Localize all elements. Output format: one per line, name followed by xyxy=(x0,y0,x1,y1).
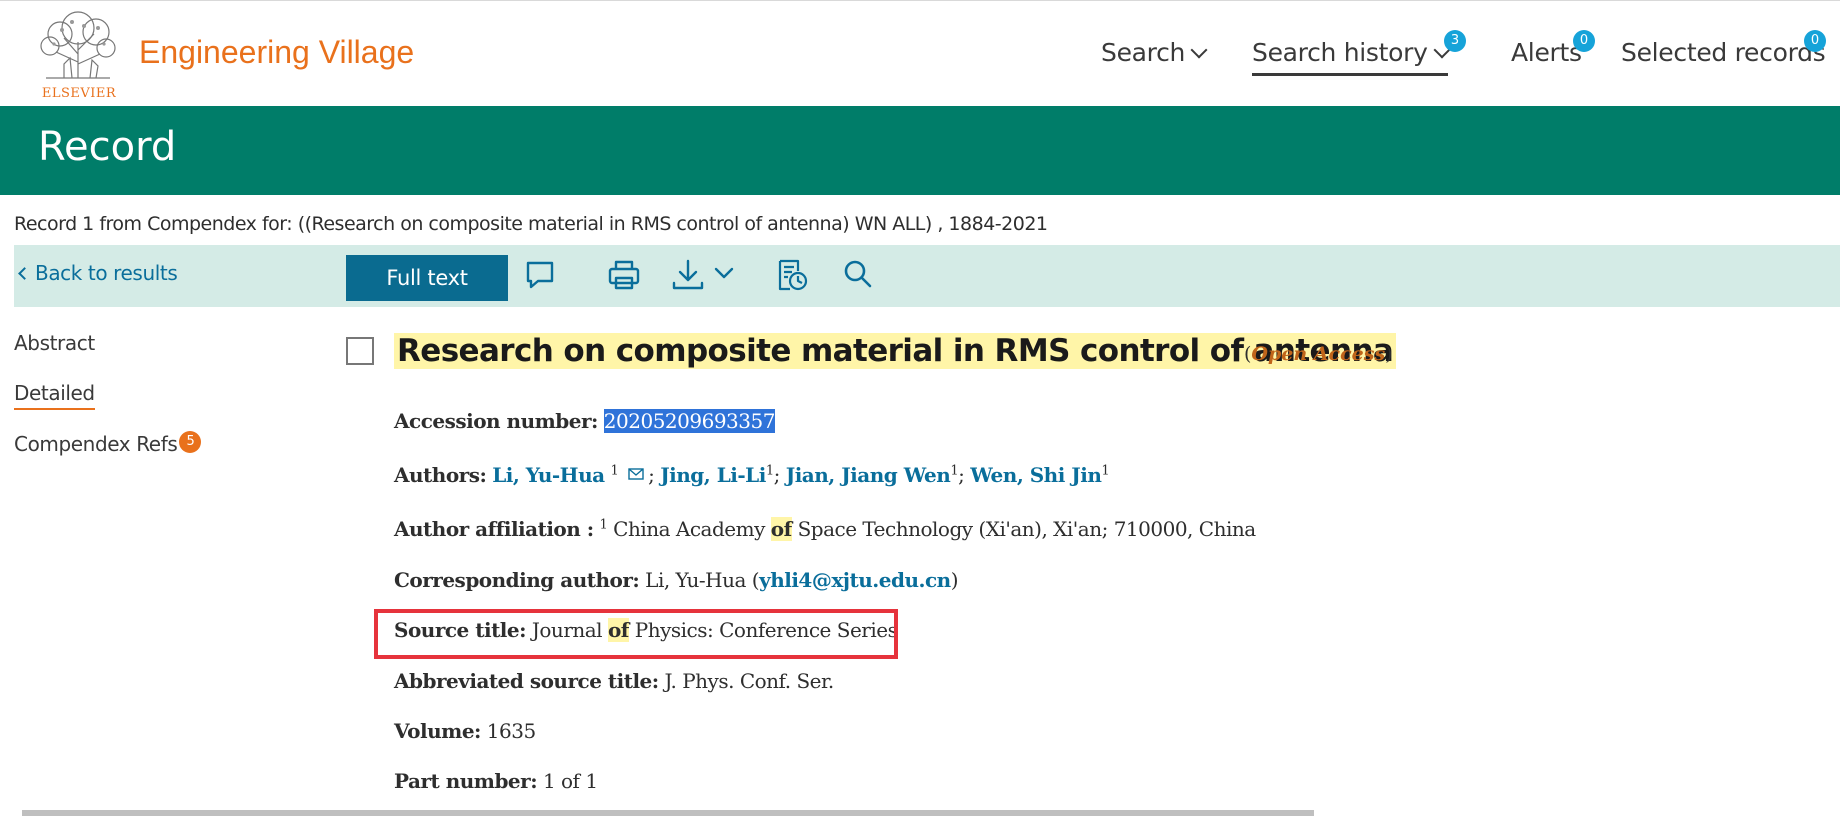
refs-count-badge: 5 xyxy=(179,431,202,453)
sidebar-item-compendex-refs[interactable]: Compendex Refs 5 xyxy=(14,431,202,459)
corresponding-author-name: Li, Yu-Hua xyxy=(645,568,746,592)
elsevier-tree-logo-icon[interactable] xyxy=(34,8,122,82)
save-to-folder-icon[interactable] xyxy=(774,257,810,293)
chevron-down-icon xyxy=(1190,41,1208,59)
back-to-results-label: Back to results xyxy=(35,261,178,285)
nav-alerts[interactable]: Alerts xyxy=(1511,38,1582,67)
nav-search-history-label: Search history xyxy=(1252,38,1428,67)
comment-icon[interactable] xyxy=(522,257,558,293)
print-icon[interactable] xyxy=(606,257,642,293)
authors-field: Authors: Li, Yu-Hua 1 ; Jing, Li-Li1; Ji… xyxy=(394,463,1110,487)
chevron-left-icon xyxy=(18,267,31,280)
accession-number-field: Accession number: 20205209693357 xyxy=(394,409,775,433)
selected-records-count-badge: 0 xyxy=(1804,30,1826,52)
search-term-highlight: of xyxy=(770,517,792,541)
nav-search[interactable]: Search xyxy=(1101,38,1208,67)
accession-number-label: Accession number: xyxy=(394,409,598,433)
sidebar-item-abstract[interactable]: Abstract xyxy=(14,331,95,355)
affiliation-text-start: China Academy xyxy=(613,517,765,541)
page-title: Record xyxy=(38,124,177,170)
volume-value: 1635 xyxy=(486,719,536,743)
nav-search-history[interactable]: Search history xyxy=(1252,38,1451,76)
nav-selected-records[interactable]: Selected records xyxy=(1621,38,1826,67)
open-access-label: (Open Access) xyxy=(1244,343,1393,365)
nav-search-label: Search xyxy=(1101,38,1186,67)
annotation-highlight-box xyxy=(374,609,898,659)
sidebar-item-compendex-refs-label: Compendex Refs xyxy=(14,432,178,456)
author-affiliation-number: 1 xyxy=(950,463,959,479)
author-link[interactable]: Wen, Shi Jin xyxy=(970,463,1102,487)
abbreviated-source-title-label: Abbreviated source title: xyxy=(394,669,659,693)
corresponding-author-field: Corresponding author: Li, Yu-Hua (yhli4@… xyxy=(394,568,959,592)
author-affiliation-number: 1 xyxy=(765,463,774,479)
brand-title[interactable]: Engineering Village xyxy=(139,34,414,71)
author-link[interactable]: Jing, Li-Li xyxy=(660,463,766,487)
authors-label: Authors: xyxy=(394,463,487,487)
author-affiliation-label: Author affiliation : xyxy=(394,517,594,541)
part-number-label: Part number: xyxy=(394,769,538,793)
page-banner: Record xyxy=(0,106,1840,195)
sidebar-item-detailed[interactable]: Detailed xyxy=(14,381,95,410)
header: ELSEVIER Engineering Village Search Sear… xyxy=(0,6,1840,106)
corresponding-author-email-link[interactable]: yhli4@xjtu.edu.cn xyxy=(759,568,951,592)
affiliation-text-end: Space Technology (Xi'an), Xi'an; 710000,… xyxy=(797,517,1257,541)
download-icon[interactable] xyxy=(670,257,750,293)
search-history-count-badge: 3 xyxy=(1444,30,1466,52)
author-link[interactable]: Li, Yu-Hua xyxy=(492,463,605,487)
record-query-info: Record 1 from Compendex for: ((Research … xyxy=(14,213,1048,235)
alerts-count-badge: 0 xyxy=(1573,30,1595,52)
part-number-field: Part number: 1 of 1 xyxy=(394,769,598,793)
volume-field: Volume: 1635 xyxy=(394,719,536,743)
author-affiliation-number: 1 xyxy=(1101,463,1110,479)
accession-number-value[interactable]: 20205209693357 xyxy=(603,409,775,433)
record-toolbar: Back to results Full text xyxy=(14,245,1840,307)
select-record-checkbox[interactable] xyxy=(346,337,374,365)
author-affiliation-number: 1 xyxy=(610,463,619,479)
part-number-value: 1 of 1 xyxy=(542,769,598,793)
author-affiliation-field: Author affiliation : 1 China Academy of … xyxy=(394,517,1256,541)
email-icon[interactable] xyxy=(628,468,644,480)
horizontal-scrollbar[interactable] xyxy=(22,810,1314,816)
corresponding-author-label: Corresponding author: xyxy=(394,568,640,592)
back-to-results-link[interactable]: Back to results xyxy=(18,261,178,285)
volume-label: Volume: xyxy=(394,719,481,743)
author-link[interactable]: Jian, Jiang Wen xyxy=(786,463,951,487)
full-text-button[interactable]: Full text xyxy=(346,255,508,301)
affiliation-number: 1 xyxy=(599,517,608,533)
abbreviated-source-title-value: J. Phys. Conf. Ser. xyxy=(664,669,835,693)
open-access-text: Open Access xyxy=(1251,343,1386,365)
elsevier-wordmark: ELSEVIER xyxy=(41,86,117,101)
abbreviated-source-title-field: Abbreviated source title: J. Phys. Conf.… xyxy=(394,669,834,693)
search-icon[interactable] xyxy=(840,257,876,293)
